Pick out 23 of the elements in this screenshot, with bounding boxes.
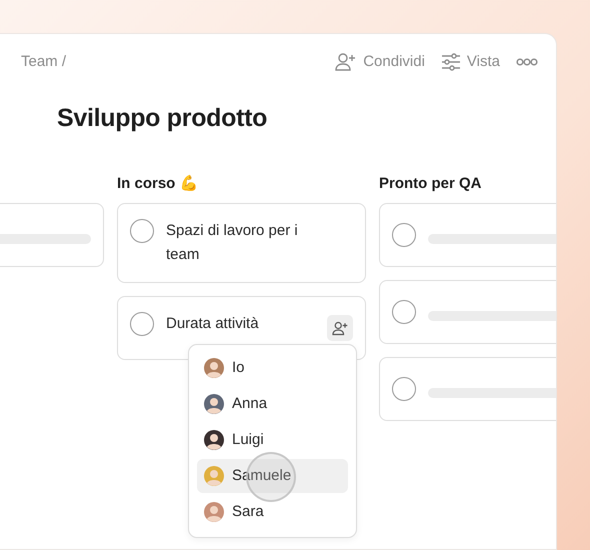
menu-item[interactable]: Samuele xyxy=(197,459,348,493)
page-title: Sviluppo prodotto xyxy=(57,103,268,133)
task-checkbox[interactable] xyxy=(130,312,154,336)
task-card[interactable]: Spazi di lavoro per i team xyxy=(117,203,366,283)
task-checkbox[interactable] xyxy=(130,219,154,243)
avatar-icon xyxy=(204,502,224,522)
add-person-icon xyxy=(332,320,348,336)
avatar-icon xyxy=(204,394,224,414)
menu-item[interactable]: Io xyxy=(197,351,348,385)
avatar-icon xyxy=(204,430,224,450)
menu-item[interactable]: Luigi xyxy=(197,423,348,457)
menu-item[interactable]: Anna xyxy=(197,387,348,421)
sliders-icon xyxy=(440,53,461,71)
more-button[interactable] xyxy=(516,58,538,66)
menu-item[interactable]: Sara xyxy=(197,495,348,529)
column-title: Pronto per QA xyxy=(379,175,482,192)
avatar-icon xyxy=(204,358,224,378)
add-person-icon xyxy=(335,52,358,72)
column-title: In corso 💪 xyxy=(117,175,199,192)
task-title: Durata attività xyxy=(166,314,259,334)
task-title: Spazi di lavoro per i team xyxy=(166,221,299,265)
avatar-icon xyxy=(204,466,224,486)
assign-button[interactable] xyxy=(327,315,353,341)
